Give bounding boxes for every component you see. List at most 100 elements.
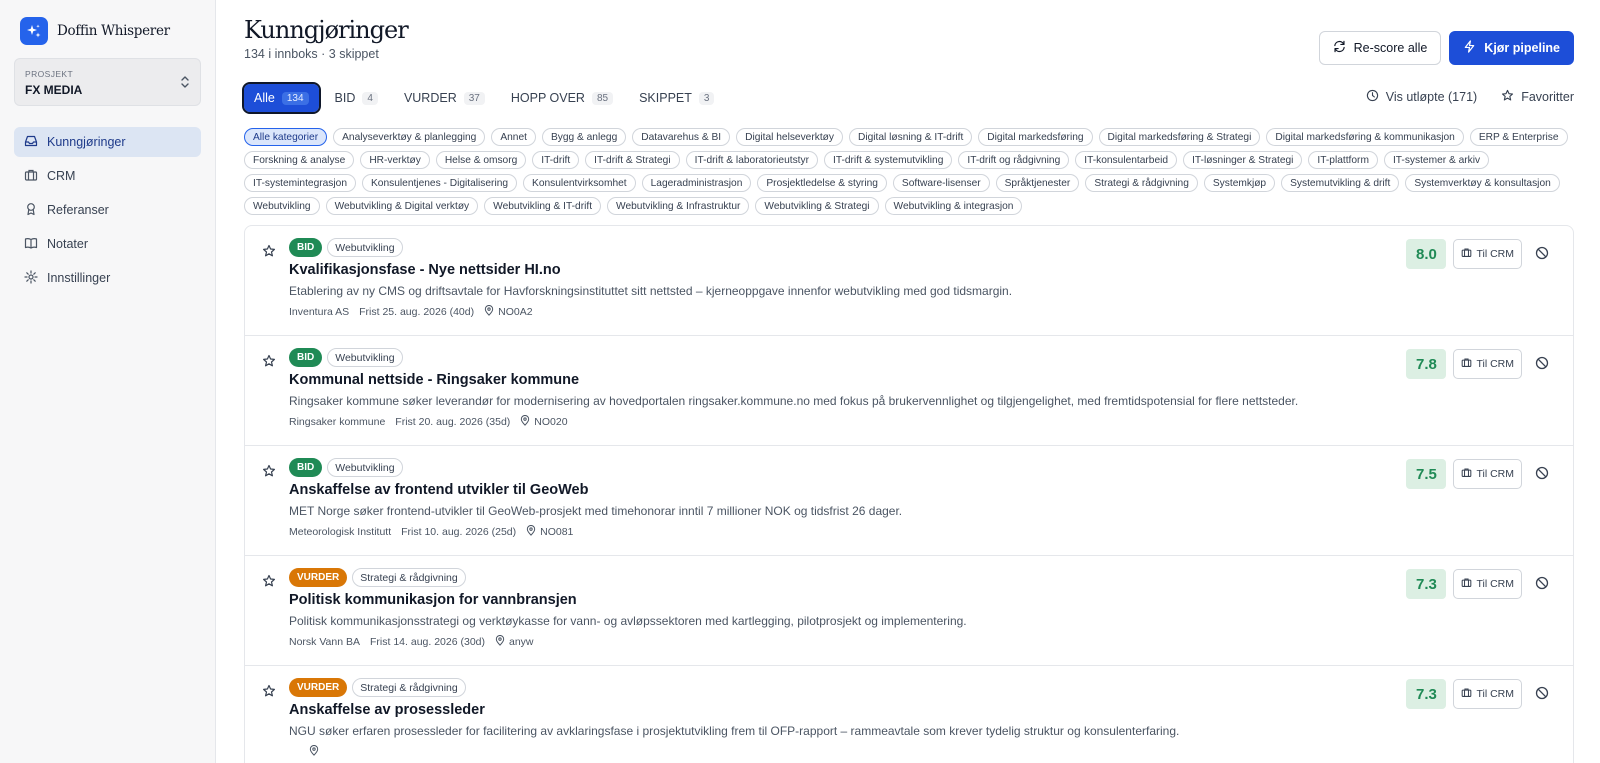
category-chip[interactable]: IT-drift og rådgivning [958,151,1070,169]
sidebar-item-notater[interactable]: Notater [14,229,201,259]
category-chip[interactable]: ERP & Enterprise [1469,128,1568,146]
skip-button[interactable] [1529,349,1555,379]
skip-button[interactable] [1529,569,1555,599]
category-chip[interactable]: IT-drift [532,151,580,169]
briefcase-icon [1461,467,1472,481]
tab-count: 85 [591,91,614,105]
star-icon[interactable] [262,574,276,591]
sidebar-item-label: Kunngjøringer [47,135,126,149]
tab-bid[interactable]: BID 4 [325,84,388,112]
star-icon[interactable] [262,684,276,701]
brand[interactable]: Doffin Whisperer [20,17,201,45]
category-chip[interactable]: Digital markedsføring & Strategi [1098,128,1261,146]
sidebar-item-kunngjoringer[interactable]: Kunngjøringer [14,127,201,157]
star-icon[interactable] [262,464,276,481]
category-chip[interactable]: IT-systemintegrasjon [244,174,356,192]
category-chip[interactable]: IT-løsninger & Strategi [1183,151,1303,169]
category-chip[interactable]: Digital markedsføring [978,128,1093,146]
to-crm-button[interactable]: Til CRM [1453,349,1522,379]
sidebar-item-innstillinger[interactable]: Innstillinger [14,263,201,293]
card-title[interactable]: Politisk kommunikasjon for vannbransjen [289,592,1573,608]
show-expired-toggle[interactable]: Vis utløpte (171) [1366,89,1477,105]
card-description: MET Norge søker frontend-utvikler til Ge… [289,504,903,518]
category-chip[interactable]: Digital helseverktøy [736,128,843,146]
project-label: PROSJEKT [25,69,74,79]
card-title[interactable]: Kvalifikasjonsfase - Nye nettsider HI.no [289,262,1573,278]
category-chip[interactable]: Digital løsning & IT-drift [848,128,973,146]
category-chip[interactable]: Webutvikling & Infrastruktur [607,197,750,215]
category-chip[interactable]: Annet [491,128,536,146]
card-title[interactable]: Anskaffelse av prosessleder [289,702,1573,718]
category-chip[interactable]: IT-systemer & arkiv [1383,151,1490,169]
category-chip[interactable]: Prosjektledelse & styring [757,174,887,192]
to-crm-button[interactable]: Til CRM [1453,679,1522,709]
to-crm-button[interactable]: Til CRM [1453,459,1522,489]
category-chip[interactable]: IT-konsulentarbeid [1075,151,1178,169]
category-chip[interactable]: Lageradministrasjon [641,174,752,192]
announcement-card[interactable]: BID Webutvikling Kvalifikasjonsfase - Ny… [245,226,1573,336]
category-chip[interactable]: HR-verktøy [360,151,430,169]
star-icon[interactable] [262,244,276,261]
card-title[interactable]: Kommunal nettside - Ringsaker kommune [289,372,1573,388]
favorites-toggle[interactable]: Favoritter [1501,89,1574,105]
category-chip[interactable]: Helse & omsorg [435,151,527,169]
rescore-all-button[interactable]: Re-score alle [1318,31,1442,65]
skip-button[interactable] [1529,459,1555,489]
card-badges: BID Webutvikling [289,348,1573,367]
category-chip[interactable]: Datavarehus & BI [632,128,731,146]
category-chip[interactable]: Webutvikling & Digital verktøy [325,197,479,215]
category-chip[interactable]: Strategi & rådgivning [1085,174,1198,192]
category-chip[interactable]: Analyseverktøy & planlegging [333,128,486,146]
category-chip[interactable]: Systemverktøy & konsultasjon [1405,174,1560,192]
announcement-card[interactable]: BID Webutvikling Kommunal nettside - Rin… [245,336,1573,446]
sidebar-item-referanser[interactable]: Referanser [14,195,201,225]
project-selector[interactable]: PROSJEKT FX MEDIA [14,58,201,106]
tab-hopp-over[interactable]: HOPP OVER 85 [501,84,623,112]
sidebar-item-crm[interactable]: CRM [14,161,201,191]
category-chip[interactable]: Konsulentjenes - Digitalisering [362,174,518,192]
category-chip[interactable]: Software-lisenser [892,174,990,192]
tab-count: 134 [281,91,309,105]
tabs-right-actions: Vis utløpte (171) Favoritter [1366,83,1574,111]
tab-vurder[interactable]: VURDER 37 [394,84,495,112]
announcement-card[interactable]: VURDER Strategi & rådgivning Politisk ko… [245,556,1573,666]
star-icon[interactable] [262,354,276,371]
category-chip[interactable]: Konsulentvirksomhet [523,174,636,192]
ban-icon [1535,356,1549,373]
tab-alle[interactable]: Alle 134 [242,82,321,114]
category-chip[interactable]: IT-plattform [1308,151,1378,169]
deadline: Frist 10. aug. 2026 (25d) [401,526,517,538]
category-chip[interactable]: Språktjenester [995,174,1080,192]
category-chip[interactable]: Alle kategorier [244,128,328,146]
card-description: NGU søker erfaren prosessleder for facil… [289,724,1180,738]
category-chip[interactable]: Webutvikling & IT-drift [484,197,602,215]
category-chip[interactable]: Systemutvikling & drift [1281,174,1400,192]
tab-label: VURDER [403,91,457,105]
category-chip[interactable]: Digital markedsføring & kommunikasjon [1266,128,1464,146]
card-description: Politisk kommunikasjonsstrategi og verkt… [289,614,967,628]
tab-skippet[interactable]: SKIPPET 3 [629,84,724,112]
to-crm-button[interactable]: Til CRM [1453,569,1522,599]
category-chip[interactable]: Webutvikling [244,197,320,215]
announcement-card[interactable]: VURDER Strategi & rådgivning Anskaffelse… [245,666,1573,763]
ban-icon [1535,466,1549,483]
category-chip[interactable]: Forskning & analyse [244,151,355,169]
score-badge: 7.3 [1406,679,1447,709]
book-icon [24,236,38,253]
category-chip[interactable]: IT-drift & laboratorieutstyr [685,151,818,169]
skip-button[interactable] [1529,679,1555,709]
category-chip[interactable]: Webutvikling & Strategi [755,197,879,215]
category-chip[interactable]: Webutvikling & integrasjon [884,197,1023,215]
category-chip[interactable]: IT-drift & Strategi [585,151,680,169]
category-chip[interactable]: Systemkjøp [1203,174,1276,192]
skip-button[interactable] [1529,239,1555,269]
briefcase-icon [24,168,38,185]
card-title[interactable]: Anskaffelse av frontend utvikler til Geo… [289,482,1573,498]
announcement-card[interactable]: BID Webutvikling Anskaffelse av frontend… [245,446,1573,556]
category-chip[interactable]: Bygg & anlegg [541,128,627,146]
run-pipeline-button[interactable]: Kjør pipeline [1449,31,1574,65]
card-actions: 7.3 Til CRM [1406,569,1555,599]
card-description: Etablering av ny CMS og driftsavtale for… [289,284,1013,298]
category-chip[interactable]: IT-drift & systemutvikling [823,151,953,169]
to-crm-button[interactable]: Til CRM [1453,239,1522,269]
